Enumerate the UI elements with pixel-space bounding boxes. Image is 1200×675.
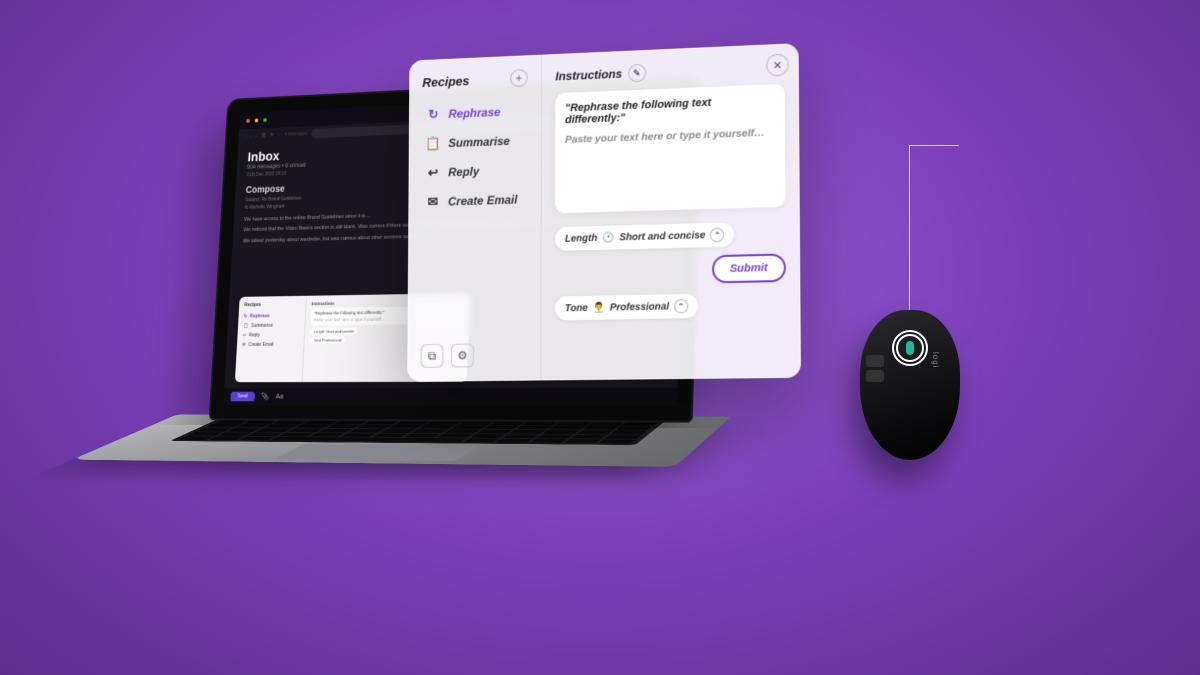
mouse-side-button-2[interactable] — [866, 370, 884, 382]
mouse-brand: logi — [931, 352, 940, 368]
compose-bottom-bar: Send 📎 Aa — [223, 388, 677, 407]
ai-panel: Recipes + ↻ Rephrase 📋 Summarise ↩ Reply… — [407, 43, 801, 382]
email-icon: ✉ — [425, 194, 440, 210]
send-button[interactable]: Send — [230, 392, 254, 402]
laptop-base — [72, 414, 731, 467]
recipe-reply[interactable]: ↩ Reply — [422, 155, 528, 188]
chevron-down-icon: ⌃ — [674, 299, 688, 313]
inbox-count: 904 messages — [247, 164, 281, 171]
tone-selector[interactable]: Tone 👨‍💼 Professional ⌃ — [555, 294, 698, 321]
msg-count: 4 messages — [284, 131, 307, 138]
unread-count: 9 unread — [285, 163, 306, 169]
star-icon[interactable]: ☆ — [277, 132, 281, 138]
mouse-button-highlight — [892, 330, 928, 366]
history-button[interactable]: ⧉ — [421, 344, 444, 368]
recipes-title: Recipes — [422, 73, 469, 90]
min-dot[interactable] — [255, 119, 259, 123]
recipe-summarise[interactable]: 📋 Summarise — [422, 126, 528, 159]
nav-back-icon[interactable]: ‹ — [245, 134, 247, 140]
close-button[interactable]: ✕ — [766, 54, 788, 77]
close-dot[interactable] — [246, 119, 250, 123]
reply-icon: ↩ — [426, 165, 441, 181]
prompt-box: "Rephrase the following text differently… — [555, 84, 785, 213]
max-dot[interactable] — [263, 118, 267, 122]
keyboard — [170, 419, 666, 445]
nav-fwd-icon[interactable]: › — [250, 134, 252, 140]
summarise-icon: 📋 — [426, 136, 441, 152]
submit-button[interactable]: Submit — [712, 253, 786, 283]
add-recipe-button[interactable]: + — [510, 69, 527, 87]
mouse-ai-button[interactable] — [906, 341, 914, 355]
chevron-down-icon: ⌃ — [710, 228, 724, 242]
mouse-side-button-1[interactable] — [866, 355, 884, 367]
mini-summarise[interactable]: 📋Summarise — [243, 321, 300, 331]
instructions-title: Instructions — [555, 67, 622, 84]
recipe-create-email[interactable]: ✉ Create Email — [422, 185, 528, 218]
archive-icon[interactable]: ⌂ — [255, 133, 258, 139]
format-icon[interactable]: Aa — [276, 393, 284, 400]
rephrase-icon: ↻ — [426, 107, 441, 123]
clock-icon: 🕐 — [602, 232, 614, 243]
mouse: logi — [860, 310, 970, 470]
recipe-rephrase[interactable]: ↻ Rephrase — [422, 96, 527, 129]
mini-reply[interactable]: ↩Reply — [242, 330, 299, 340]
length-selector[interactable]: Length 🕐 Short and concise ⌃ — [555, 222, 734, 251]
input-textarea[interactable]: Paste your text here or type it yourself… — [565, 126, 775, 203]
mini-create-email[interactable]: ✉Create Email — [242, 340, 299, 350]
trackpad — [275, 444, 478, 461]
settings-button[interactable]: ⚙ — [451, 344, 474, 368]
trash-icon[interactable]: 🗑 — [261, 133, 267, 139]
prompt-text: "Rephrase the following text differently… — [565, 94, 775, 126]
flag-icon[interactable]: ⚑ — [270, 133, 274, 139]
professional-icon: 👨‍💼 — [593, 302, 605, 313]
attach-icon[interactable]: 📎 — [261, 393, 269, 401]
edit-instructions-button[interactable]: ✎ — [628, 64, 646, 83]
